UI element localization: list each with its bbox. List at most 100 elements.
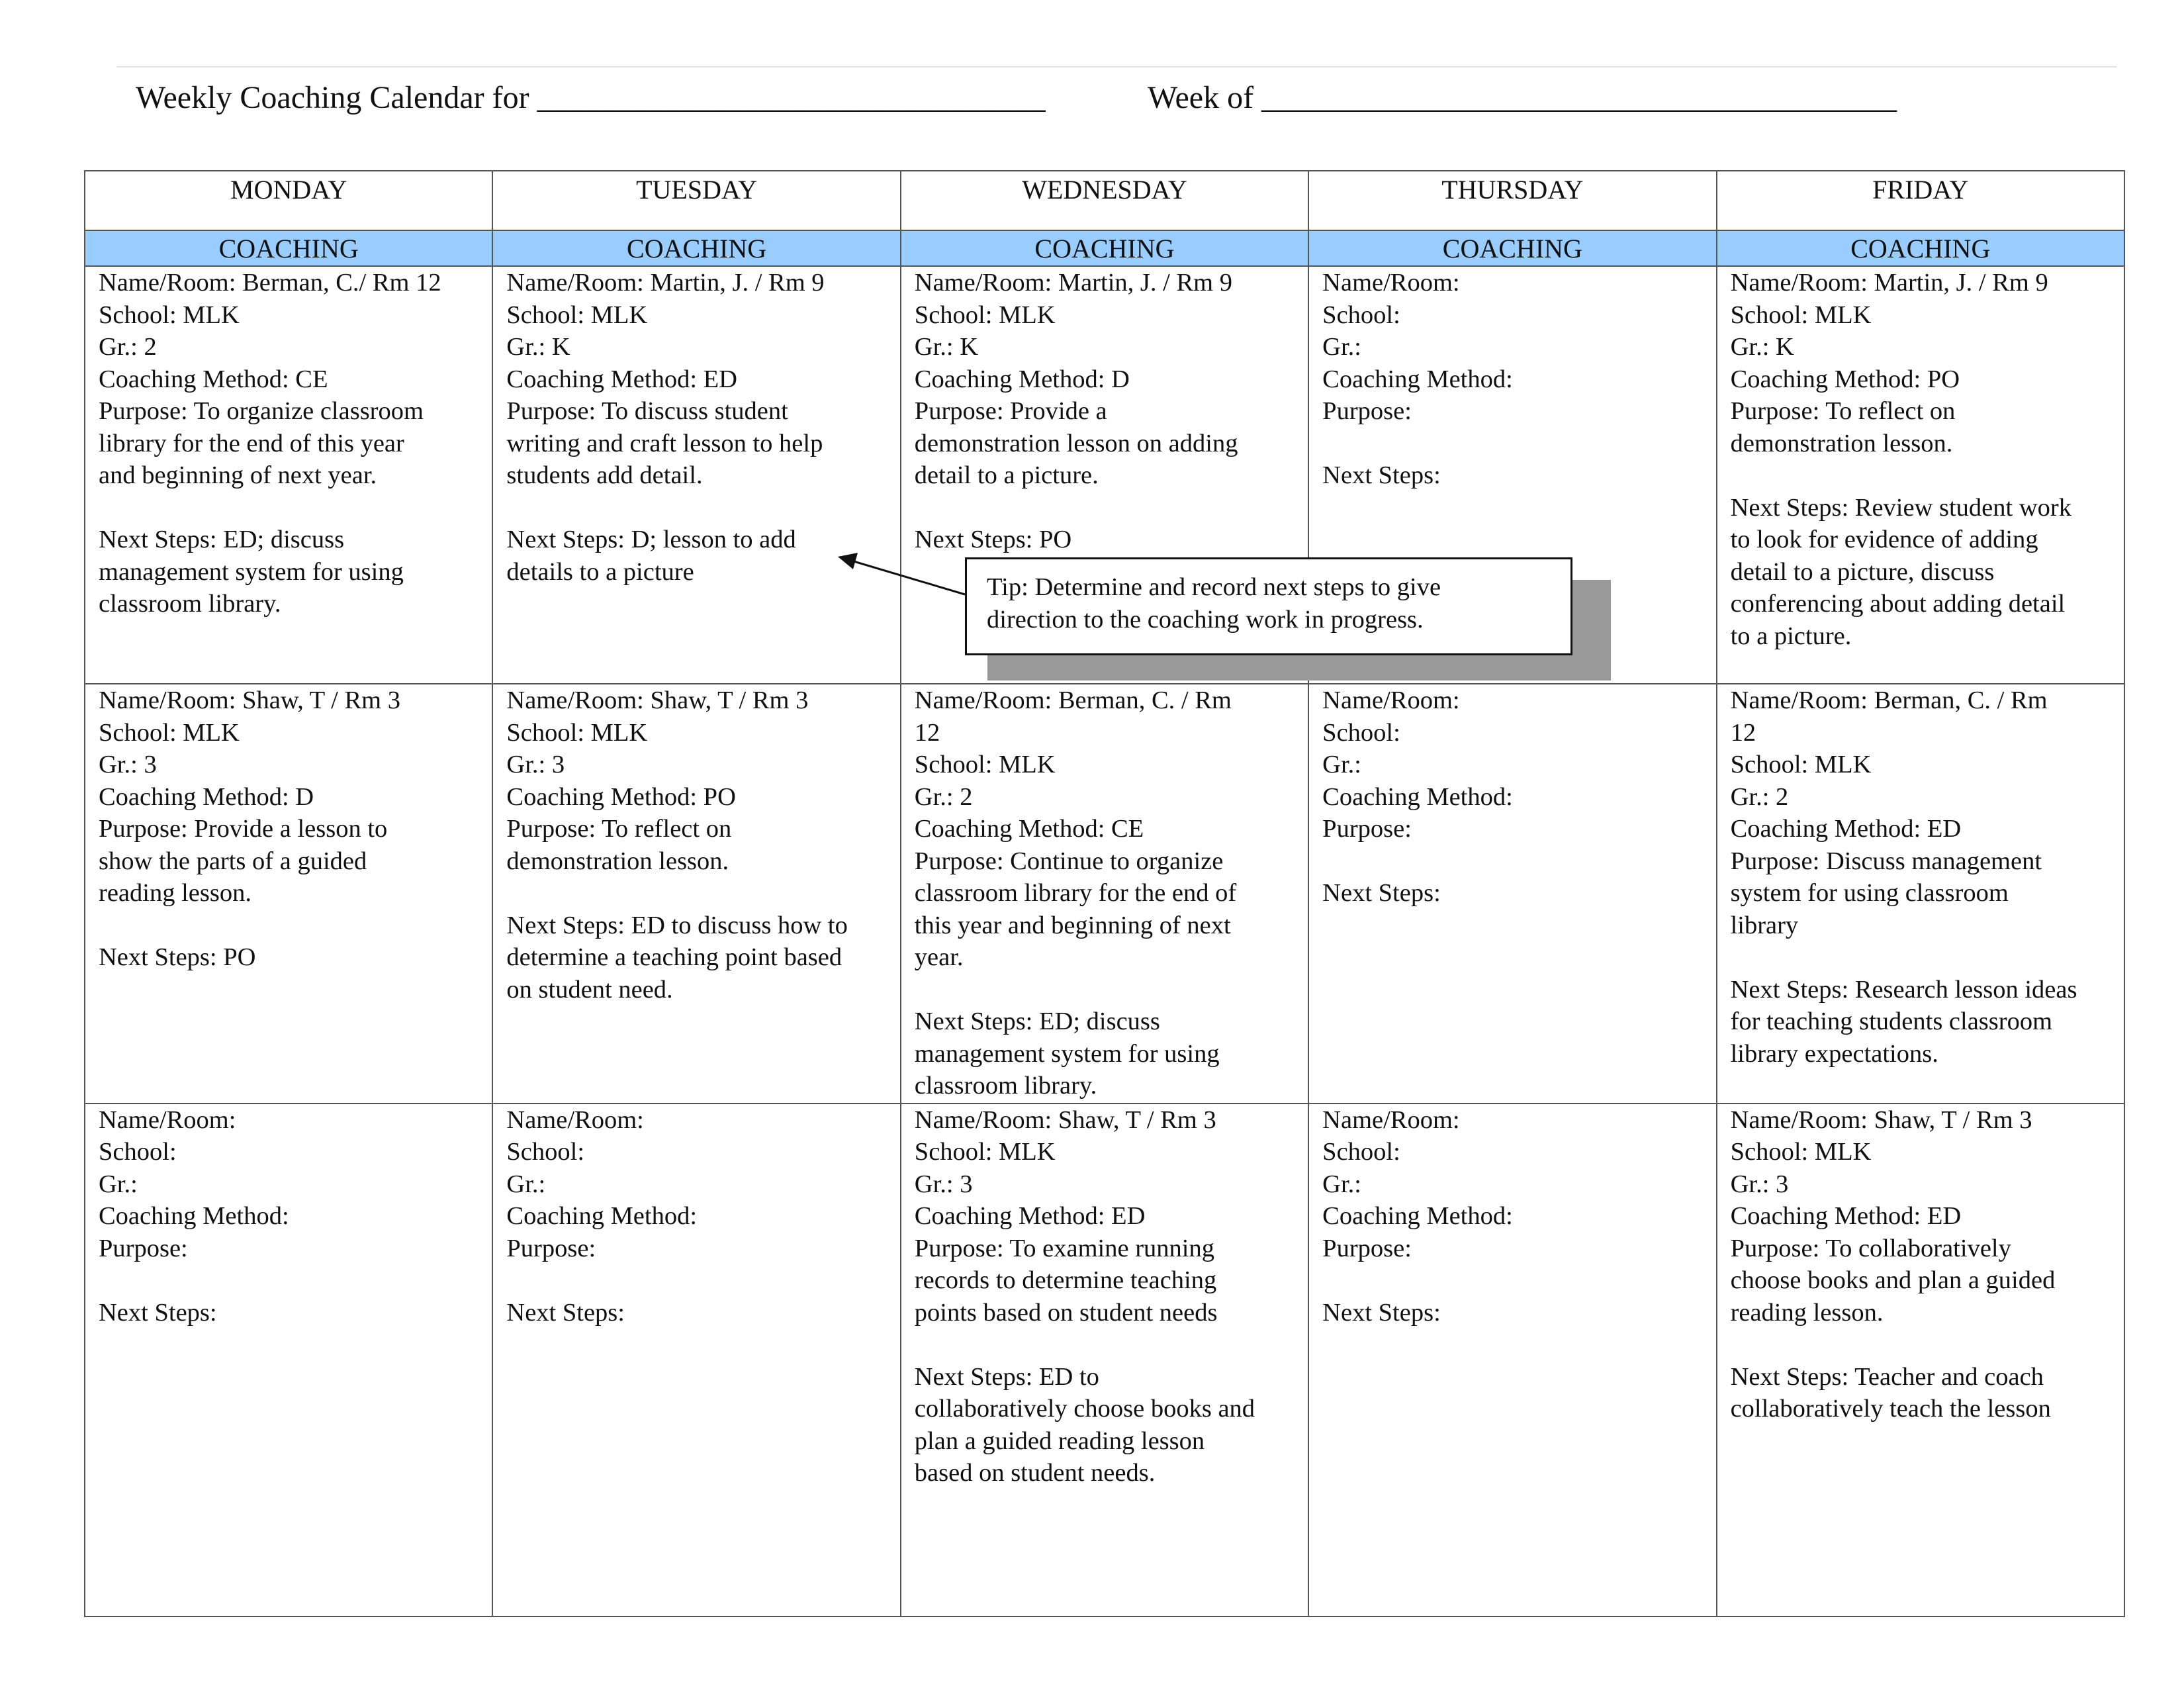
grade-field: Gr.: 2 [1730, 782, 1789, 811]
purpose-line: this year and beginning of next [914, 911, 1231, 939]
purpose-line: detail to a picture. [914, 461, 1099, 489]
purpose-line: demonstration lesson on adding [914, 429, 1238, 457]
name-room-field: Name/Room: [99, 1105, 236, 1134]
grade-field: Gr.: 3 [99, 751, 157, 779]
next-steps-line: Next Steps: ED to [914, 1362, 1099, 1391]
name-room-field: Name/Room: Berman, C./ Rm 12 [99, 269, 441, 297]
next-steps-line: classroom library. [914, 1072, 1097, 1100]
coaching-method-field: Coaching Method: PO [506, 782, 736, 811]
school-field: School: MLK [99, 301, 240, 329]
purpose-line: demonstration lesson. [1730, 429, 1953, 457]
name-room-field: Name/Room: Martin, J. / Rm 9 [1730, 269, 2048, 297]
next-steps-line: collaboratively teach the lesson [1730, 1395, 2051, 1423]
day-header-thursday: THURSDAY [1308, 170, 1717, 231]
purpose-line: Purpose: To organize classroom [99, 397, 424, 425]
coaching-label: COACHING [1308, 230, 1717, 267]
school-field: School: [99, 1138, 177, 1166]
coaching-method-field: Coaching Method: CE [914, 815, 1144, 843]
coaching-method-field: Coaching Method: ED [914, 1202, 1146, 1231]
coaching-method-field: Coaching Method: ED [506, 365, 737, 393]
coaching-method-field: Coaching Method: [1322, 365, 1513, 393]
school-field: School: MLK [506, 718, 648, 747]
entry-cell-thursday: Name/Room: School: Gr.: Coaching Method: Pur… [1308, 683, 1717, 1104]
grade-field: Gr.: [1322, 1170, 1361, 1198]
coaching-label: COACHING [899, 230, 1310, 267]
purpose-line: and beginning of next year. [99, 461, 377, 489]
purpose-line: students add detail. [506, 461, 703, 489]
next-steps-line: to a picture. [1730, 622, 1852, 650]
entry-row-3: Name/Room: School: Gr.: Coaching Method: Pur… [83, 1102, 2126, 1618]
name-room-field: Name/Room: Shaw, T / Rm 3 [99, 686, 400, 715]
entry-cell-monday: Name/Room: School: Gr.: Coaching Method: Pur… [83, 1102, 494, 1618]
entry-cell-tuesday: Name/Room: Martin, J. / Rm 9 School: MLK G… [492, 265, 901, 685]
grade-field: Gr.: K [914, 333, 979, 361]
coaching-method-field: Coaching Method: [506, 1202, 698, 1231]
entry-cell-wednesday: Name/Room: Berman, C. / Rm 12 School: MLK G… [899, 683, 1310, 1104]
purpose-line: Purpose: To examine running [914, 1234, 1214, 1262]
school-field: School: MLK [914, 751, 1056, 779]
purpose-line: Purpose: To reflect on [506, 815, 732, 843]
coaching-method-field: Coaching Method: CE [99, 365, 328, 393]
next-steps-line: based on student needs. [914, 1459, 1156, 1487]
name-room-field: Name/Room: Shaw, T / Rm 3 [1730, 1105, 2032, 1134]
name-room-field: Name/Room: Martin, J. / Rm 9 [914, 269, 1232, 297]
next-steps-line: Next Steps: Review student work [1730, 493, 2071, 522]
purpose-line: Purpose: To collaboratively [1730, 1234, 2011, 1262]
tip-line: Tip: Determine and record next steps to … [987, 573, 1441, 601]
purpose-line: Purpose: Provide a lesson to [99, 815, 388, 843]
calendar-title: Weekly Coaching Calendar for ___________… [136, 80, 1046, 115]
next-steps-line: management system for using [99, 557, 404, 586]
coaching-band-row: COACHING COACHING COACHING COACHING COAC… [83, 230, 2126, 267]
grade-field: Gr.: [1322, 751, 1361, 779]
purpose-line: library for the end of this year [99, 429, 404, 457]
purpose-line: Purpose: To discuss student [506, 397, 788, 425]
purpose-line: reading lesson. [99, 879, 251, 908]
day-header-tuesday: TUESDAY [492, 170, 901, 231]
entry-row-2: Name/Room: Shaw, T / Rm 3 School: MLK Gr.:… [83, 683, 2126, 1104]
entry-cell-monday: Name/Room: Berman, C./ Rm 12 School: MLK G… [83, 265, 494, 685]
school-field: School: MLK [506, 301, 648, 329]
purpose-line: library [1730, 911, 1799, 939]
purpose-line: Purpose: Continue to organize [914, 847, 1224, 875]
purpose-line: Purpose: [1322, 815, 1412, 843]
purpose-line: records to determine teaching [914, 1266, 1217, 1295]
school-field: School: MLK [1730, 751, 1872, 779]
purpose-line: demonstration lesson. [506, 847, 729, 875]
entry-cell-friday: Name/Room: Shaw, T / Rm 3 School: MLK Gr.:… [1715, 1102, 2126, 1618]
next-steps-line: Next Steps: ED to discuss how to [506, 911, 848, 939]
grade-field: Gr.: [99, 1170, 138, 1198]
name-room-field: Name/Room: [1322, 686, 1460, 715]
coaching-method-field: Coaching Method: [1322, 1202, 1513, 1231]
name-room-field-cont: 12 [1730, 718, 1756, 747]
next-steps-line: library expectations. [1730, 1039, 1938, 1068]
purpose-line: points based on student needs [914, 1298, 1218, 1327]
next-steps-line: Next Steps: ED; discuss [914, 1008, 1160, 1036]
purpose-line: reading lesson. [1730, 1298, 1884, 1327]
grade-field: Gr.: K [1730, 333, 1794, 361]
next-steps-line: Next Steps: ED; discuss [99, 526, 345, 553]
purpose-line: Purpose: [99, 1234, 188, 1262]
next-steps-line: management system for using [914, 1039, 1220, 1068]
name-room-field: Name/Room: Shaw, T / Rm 3 [506, 686, 809, 715]
next-steps-line: detail to a picture, discuss [1730, 557, 1995, 586]
next-steps-line: Next Steps: PO [914, 526, 1072, 553]
school-field: School: MLK [914, 1138, 1056, 1166]
purpose-line: choose books and plan a guided [1730, 1266, 2056, 1295]
name-room-field: Name/Room: Shaw, T / Rm 3 [914, 1105, 1216, 1134]
grade-field: Gr.: 2 [914, 782, 973, 811]
coaching-method-field: Coaching Method: D [914, 365, 1130, 393]
school-field: School: MLK [1730, 301, 1872, 329]
school-field: School: MLK [99, 718, 240, 747]
purpose-line: classroom library for the end of [914, 879, 1237, 908]
grade-field: Gr.: 3 [506, 751, 565, 779]
coaching-label: COACHING [1715, 230, 2126, 267]
entry-cell-thursday: Name/Room: School: Gr.: Coaching Method: Pur… [1308, 1102, 1717, 1618]
coaching-method-field: Coaching Method: [99, 1202, 289, 1231]
next-steps-line: Next Steps: [506, 1298, 625, 1327]
